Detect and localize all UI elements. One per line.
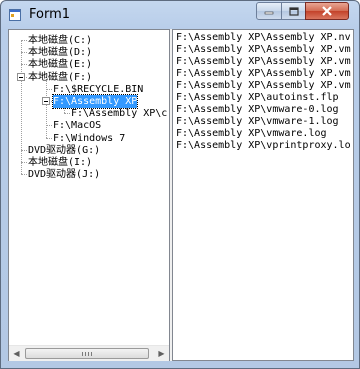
- scroll-right-arrow-icon[interactable]: ▶: [154, 346, 169, 361]
- tree-line: [46, 77, 47, 138]
- form1-window: Form1 本地磁盘(C:) 本地磁盘(D:) 本地磁盘(E:) 本地磁盘(F:) F:…: [0, 0, 360, 369]
- tree-line: [21, 64, 27, 65]
- tree-node[interactable]: 本地磁盘(E:): [28, 58, 92, 71]
- file-list-item[interactable]: F:\Assembly XP\vmware-0.log: [176, 104, 339, 116]
- tree-line: [21, 40, 27, 41]
- tree-line: [46, 89, 52, 90]
- file-list-item[interactable]: F:\Assembly XP\Assembly XP.vm: [176, 80, 351, 92]
- tree-node[interactable]: F:\MacOS: [53, 119, 101, 132]
- scroll-thumb[interactable]: [25, 348, 149, 359]
- tree-horizontal-scrollbar[interactable]: ◀ ▶: [9, 345, 169, 361]
- file-list-item[interactable]: F:\Assembly XP\Assembly XP.vm: [176, 44, 351, 56]
- tree-line: [21, 52, 27, 53]
- scroll-left-arrow-icon[interactable]: ◀: [9, 346, 24, 361]
- title-bar[interactable]: Form1: [1, 1, 359, 29]
- close-button[interactable]: [305, 2, 349, 20]
- file-list-item[interactable]: F:\Assembly XP\Assembly XP.nv: [176, 32, 351, 44]
- tree-line: [21, 174, 27, 175]
- tree-node[interactable]: DVD驱动器(J:): [28, 168, 100, 181]
- tree-line: [64, 113, 70, 114]
- collapse-toggle-icon[interactable]: [17, 73, 25, 81]
- minimize-button[interactable]: [256, 2, 282, 20]
- tree-line: [21, 150, 27, 151]
- client-area: 本地磁盘(C:) 本地磁盘(D:) 本地磁盘(E:) 本地磁盘(F:) F:\$RECY…: [8, 29, 354, 361]
- file-list-box[interactable]: F:\Assembly XP\Assembly XP.nv F:\Assembly…: [172, 29, 354, 361]
- tree-line: [21, 162, 27, 163]
- tree-line: [46, 138, 52, 139]
- minimize-icon: [264, 11, 274, 15]
- close-icon: [322, 6, 332, 16]
- file-list-item[interactable]: F:\Assembly XP\Assembly XP.vm: [176, 68, 351, 80]
- file-list-item[interactable]: F:\Assembly XP\vmware-1.log: [176, 116, 339, 128]
- file-list-item[interactable]: F:\Assembly XP\vprintproxy.lo: [176, 140, 351, 152]
- file-list-item[interactable]: F:\Assembly XP\Assembly XP.vm: [176, 56, 351, 68]
- drive-tree-view[interactable]: 本地磁盘(C:) 本地磁盘(D:) 本地磁盘(E:) 本地磁盘(F:) F:\$RECY…: [8, 29, 170, 361]
- form-icon: [9, 9, 21, 21]
- collapse-toggle-icon[interactable]: [42, 97, 50, 105]
- file-list-item[interactable]: F:\Assembly XP\vmware.log: [176, 128, 327, 140]
- tree-line: [46, 125, 52, 126]
- maximize-icon: [288, 6, 299, 16]
- maximize-button[interactable]: [281, 2, 306, 20]
- tree-line: [21, 40, 22, 174]
- file-list-item[interactable]: F:\Assembly XP\autoinst.flp: [176, 92, 339, 104]
- window-title: Form1: [29, 7, 71, 22]
- tree-content: 本地磁盘(C:) 本地磁盘(D:) 本地磁盘(E:) 本地磁盘(F:) F:\$RECY…: [9, 30, 169, 344]
